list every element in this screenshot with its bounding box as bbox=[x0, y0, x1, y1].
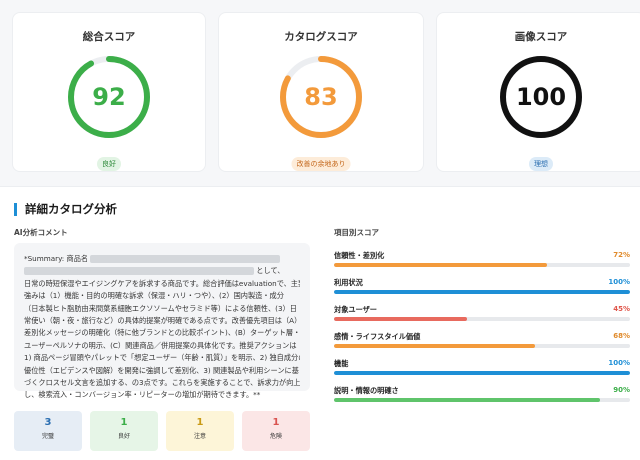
comment-line: 日常の時短保湿やエイジングケアを訴求する商品です。総合評価はevaluation… bbox=[24, 278, 300, 288]
ai-comment-label: AI分析コメント bbox=[14, 228, 68, 237]
metric-target-user-pct: 45% bbox=[613, 305, 630, 313]
image-score-badge: 理想 bbox=[529, 157, 553, 171]
metric-emotional-value-label: 感情・ライフスタイル価値 bbox=[334, 332, 421, 341]
comment-line: 優位性（エビデンスや図解）を開発に強調して差別化、3) 関連製品や利用シーンに基 bbox=[24, 365, 299, 375]
metric-clarity: 説明・情報の明確さ 90% bbox=[334, 386, 630, 412]
stat-perfect-label: 完璧 bbox=[41, 433, 54, 440]
metric-usage: 利用状況 100% bbox=[334, 278, 630, 304]
metric-credibility: 信頼性・差別化 72% bbox=[334, 251, 630, 277]
catalog-score-value: 83 bbox=[304, 83, 338, 111]
stat-caution-count: 1 bbox=[196, 417, 204, 428]
metric-usage-label: 利用状況 bbox=[334, 278, 363, 287]
stat-danger: 1 危険 bbox=[242, 411, 310, 451]
ai-comment-box: *Summary: 商品名 として、 日常の時短保湿やエイジングケアを訴求する商… bbox=[14, 243, 310, 399]
metric-function: 機能 100% bbox=[334, 359, 630, 385]
item-scores-label: 項目別スコア bbox=[334, 228, 379, 237]
metric-usage-track bbox=[334, 290, 630, 294]
metric-clarity-pct: 90% bbox=[613, 386, 630, 394]
overall-score-card: 総合スコア 92 良好 bbox=[12, 12, 206, 172]
metric-target-user-track bbox=[334, 317, 630, 321]
metric-function-label: 機能 bbox=[334, 359, 349, 368]
stat-perfect: 3 完璧 bbox=[14, 411, 82, 451]
overall-score-ring: 92 bbox=[63, 51, 155, 143]
metric-credibility-pct: 72% bbox=[613, 251, 630, 259]
metric-usage-fill bbox=[334, 290, 630, 294]
comment-line: 強みは（1）機能・目的の明確な訴求（保湿・ハリ・つや）、(2）国内製造・成分 bbox=[24, 291, 284, 301]
comment-line-2: として、 bbox=[24, 265, 300, 277]
metric-emotional-value-fill bbox=[334, 344, 536, 348]
overall-score-title: 総合スコア bbox=[82, 31, 136, 43]
redacted-product-name bbox=[90, 255, 281, 263]
comment-line-1: *Summary: 商品名 bbox=[24, 253, 300, 265]
comment-line: 1) 商品ページ冒頭やパレットで「想定ユーザー（年齢・肌質）」を明示、2) 独自… bbox=[24, 353, 300, 363]
catalog-score-badge: 改善の余地あり bbox=[291, 157, 351, 171]
metric-function-fill bbox=[334, 371, 630, 375]
metric-function-pct: 100% bbox=[608, 359, 630, 367]
stat-caution-label: 注意 bbox=[193, 433, 206, 440]
metric-emotional-value-track bbox=[334, 344, 630, 348]
catalog-analysis-panel: 詳細カタログ分析 AI分析コメント 項目別スコア *Summary: 商品名 と… bbox=[0, 186, 640, 460]
metric-clarity-track bbox=[334, 398, 630, 402]
overall-score-value: 92 bbox=[92, 83, 126, 111]
metric-clarity-label: 説明・情報の明確さ bbox=[334, 386, 399, 395]
metric-emotional-value: 感情・ライフスタイル価値 68% bbox=[334, 332, 630, 358]
section-title: 詳細カタログ分析 bbox=[14, 203, 117, 216]
stat-perfect-count: 3 bbox=[44, 417, 52, 428]
catalog-score-ring: 83 bbox=[275, 51, 367, 143]
catalog-score-card: カタログスコア 83 改善の余地あり bbox=[218, 12, 424, 172]
stat-good-count: 1 bbox=[120, 417, 128, 428]
comment-line: （日本製ヒト脂肪由来間葉系細胞エクソソームやセラミド等）による信頼性、(3）日 bbox=[24, 303, 297, 313]
metric-target-user-label: 対象ユーザー bbox=[334, 305, 377, 314]
image-score-title: 画像スコア bbox=[514, 31, 568, 43]
catalog-score-title: カタログスコア bbox=[284, 31, 358, 43]
stat-good: 1 良好 bbox=[90, 411, 158, 451]
metric-credibility-fill bbox=[334, 263, 548, 267]
comment-line: 常使い（朝・夜・旅行など）の具体的提案が明確である点です。改善優先項目は（A） bbox=[24, 315, 300, 325]
stat-danger-label: 危険 bbox=[269, 433, 282, 440]
metric-credibility-label: 信頼性・差別化 bbox=[334, 251, 385, 260]
comment-body: 日常の時短保湿やエイジングケアを訴求する商品です。総合評価はevaluation… bbox=[24, 278, 300, 402]
stat-caution: 1 注意 bbox=[166, 411, 234, 451]
metric-credibility-track bbox=[334, 263, 630, 267]
metric-clarity-fill bbox=[334, 398, 601, 402]
metric-target-user-fill bbox=[334, 317, 468, 321]
redacted-product-name-cont bbox=[24, 267, 254, 276]
comment-line: ユーザーペルソナの明示、(C）関連商品／併用提案の具体化です。推奨アクションは bbox=[24, 340, 297, 350]
metric-emotional-value-pct: 68% bbox=[613, 332, 630, 340]
comment-summary-prefix: *Summary: 商品名 bbox=[24, 254, 89, 263]
metric-function-track bbox=[334, 371, 630, 375]
stat-danger-count: 1 bbox=[272, 417, 280, 428]
comment-line-2-tail: として、 bbox=[256, 266, 285, 276]
image-score-ring: 100 bbox=[495, 51, 587, 143]
image-score-card: 画像スコア 100 理想 bbox=[436, 12, 640, 172]
image-score-value: 100 bbox=[515, 83, 567, 111]
stat-good-label: 良好 bbox=[117, 433, 130, 440]
comment-line: し、検索流入・コンバージョン率・リピーターの増加が期待できます。** bbox=[24, 390, 261, 400]
comment-line: づくクロスセル文言を追加する、の3点です。これらを実施することで、訴求力が向上 bbox=[24, 377, 300, 387]
metric-usage-pct: 100% bbox=[608, 278, 630, 286]
metric-target-user: 対象ユーザー 45% bbox=[334, 305, 630, 331]
overall-score-badge: 良好 bbox=[97, 157, 121, 171]
comment-line: 差別化メッセージの明確化（特に他ブランドとの比較ポイント)、(B）ターゲット層・ bbox=[24, 328, 300, 338]
